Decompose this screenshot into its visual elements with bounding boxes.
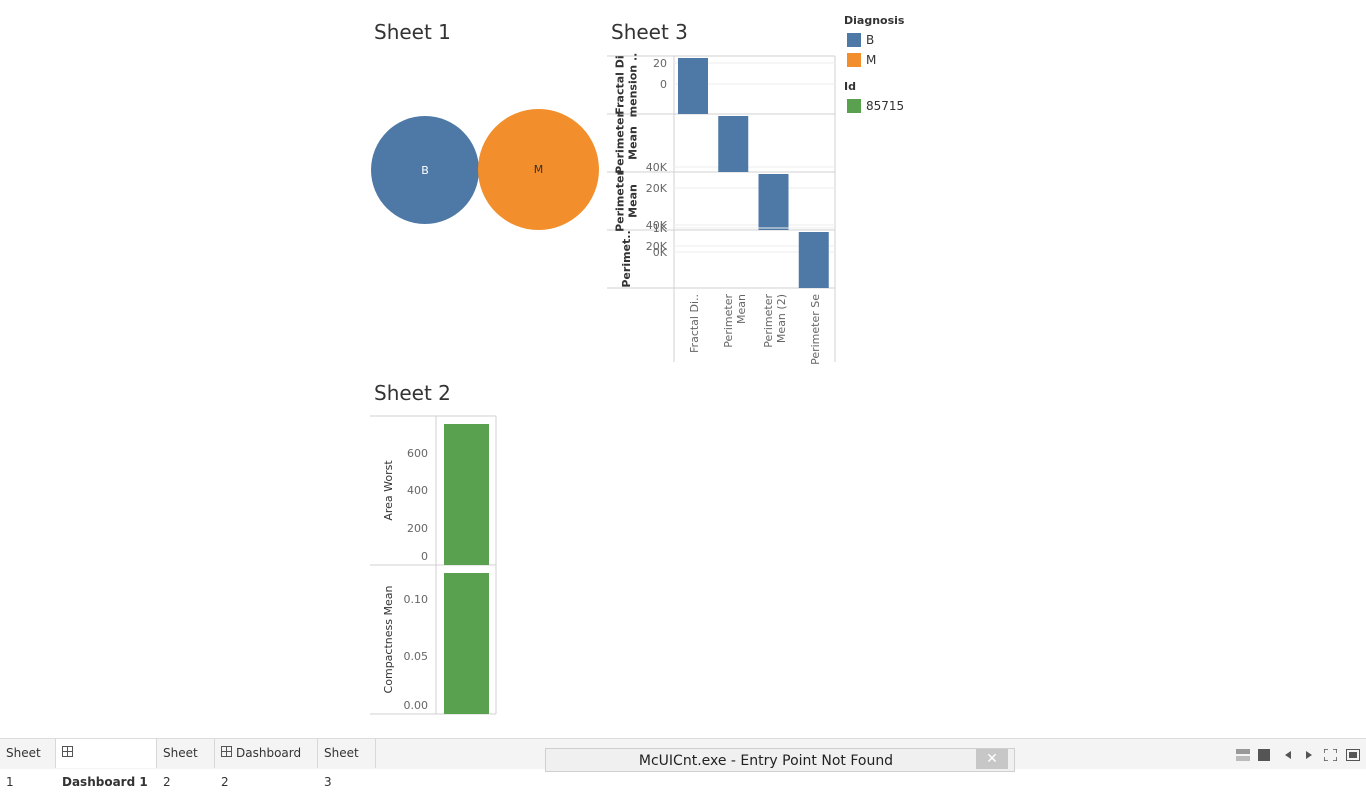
sheet3-column-label: Perimeter Mean (2)	[762, 294, 788, 348]
sheet3-bar	[798, 232, 829, 288]
legend-label-m[interactable]: M	[866, 53, 876, 67]
sheet3-row-label: Perimeter Mean	[614, 112, 640, 174]
sheet3-tick-label: 20K	[646, 182, 668, 195]
dashboard-icon	[62, 739, 73, 768]
tab-sheet-3[interactable]: Sheet 3	[318, 739, 376, 789]
sheet3-row-label: Perimet..	[620, 230, 633, 287]
tab-dashboard-1-label: Dashboard 1	[62, 775, 148, 789]
sheet3-title: Sheet 3	[611, 20, 688, 44]
sheet3-tick-label: 1K	[653, 222, 668, 235]
error-notification[interactable]: McUICnt.exe - Entry Point Not Found ✕	[545, 748, 1015, 772]
sheet3-row-label: Fractal Di mension ..	[614, 53, 640, 118]
present-mode-icon[interactable]	[1346, 749, 1360, 764]
sheet3-bar	[758, 174, 789, 230]
sheet3-column-label: Perimeter Se	[809, 294, 822, 365]
sheet2-bar	[444, 573, 489, 714]
sheet3-chart[interactable]: 200Fractal Di mension ..40K20KPerimeter Me…	[600, 50, 845, 365]
legend-swatch-85715[interactable]	[847, 99, 861, 113]
next-tab-icon[interactable]	[1305, 749, 1313, 764]
legend-swatch-b[interactable]	[847, 33, 861, 47]
sheet2-title: Sheet 2	[374, 381, 451, 405]
sheet2-tick-label: 400	[407, 484, 428, 497]
sheet2-axis-title-text: Compactness Mean	[382, 586, 395, 694]
sheet3-row-label-line: Mean	[627, 126, 640, 160]
sheet1-title: Sheet 1	[374, 20, 451, 44]
close-icon[interactable]: ✕	[976, 749, 1008, 769]
tab-sheet-1[interactable]: Sheet 1	[0, 739, 56, 789]
sheet3-bar	[678, 58, 708, 114]
sheet2-bar	[444, 424, 489, 565]
error-notification-text: McUICnt.exe - Entry Point Not Found	[638, 753, 894, 769]
sheet3-tick-label: 0	[660, 78, 667, 91]
sheet2-axis-title: Area Worst	[382, 460, 395, 521]
sheet3-tick-label: 20	[653, 57, 667, 70]
sheet3-bar	[718, 116, 749, 172]
single-view-icon[interactable]	[1258, 749, 1270, 764]
sheet3-tick-label: 0K	[653, 246, 668, 259]
sheet2-tick-label: 0.00	[404, 699, 429, 712]
bubble-b-label: B	[421, 163, 429, 177]
sheet2-chart[interactable]: 600 400 200 0 Area Worst 0.10 0.05 0.00 Compactn…	[368, 414, 500, 718]
sheet3-column-label-line: Fractal Di..	[688, 294, 701, 353]
sheet3-column-label-line: Perimeter	[722, 294, 735, 348]
tab-sheet-2[interactable]: Sheet 2	[157, 739, 215, 789]
sheet2-tick-label: 0	[421, 550, 428, 563]
legend-swatch-m[interactable]	[847, 53, 861, 67]
sheet3-column-label-line: Mean (2)	[775, 294, 788, 343]
sheet3-column-label-line: Perimeter Se	[809, 294, 822, 365]
sheet2-tick-label: 0.05	[404, 650, 429, 663]
dashboard-icon	[221, 739, 232, 768]
sheet3-row-label-line: Perimeter	[614, 170, 627, 232]
legend-label-b[interactable]: B	[866, 33, 874, 47]
bubble-m-label: M	[533, 163, 544, 176]
tab-dashboard-1[interactable]: Dashboard 1	[56, 739, 157, 789]
sheet3-row-label: Perimeter Mean	[614, 170, 640, 232]
previous-tab-icon[interactable]	[1284, 749, 1292, 764]
sheet3-row-label-line: Perimet..	[620, 230, 633, 287]
sheet2-tick-label: 0.10	[404, 593, 429, 606]
bubble-b[interactable]: B	[371, 116, 479, 224]
legend-diagnosis-title: Diagnosis	[844, 14, 905, 27]
sheet3-row-label-line: Fractal Di	[614, 55, 627, 114]
sheet3-column-label-line: Perimeter	[762, 294, 775, 348]
sheet3-row-label-line: mension ..	[627, 53, 640, 118]
sheet3-row-label-line: Perimeter	[614, 112, 627, 174]
sheet3-column-label: Fractal Di..	[688, 294, 701, 353]
legend-id-title: Id	[844, 80, 856, 93]
sheet3-column-label: Perimeter Mean	[722, 294, 748, 348]
fullscreen-icon[interactable]	[1323, 748, 1338, 764]
bubble-m[interactable]: M	[478, 109, 599, 230]
grid-view-icon[interactable]	[1236, 749, 1250, 764]
legend-label-85715[interactable]: 85715	[866, 99, 904, 113]
sheet2-axis-title: Compactness Mean	[382, 586, 395, 694]
sheet2-axis-title-text: Area Worst	[382, 460, 395, 521]
sheet3-row-label-line: Mean	[627, 184, 640, 218]
sheet2-tick-label: 200	[407, 522, 428, 535]
sheet3-column-label-line: Mean	[735, 294, 748, 324]
sheet2-tick-label: 600	[407, 447, 428, 460]
tab-dashboard-2[interactable]: Dashboard 2	[215, 739, 318, 789]
sheet3-tick-label: 40K	[646, 161, 668, 174]
